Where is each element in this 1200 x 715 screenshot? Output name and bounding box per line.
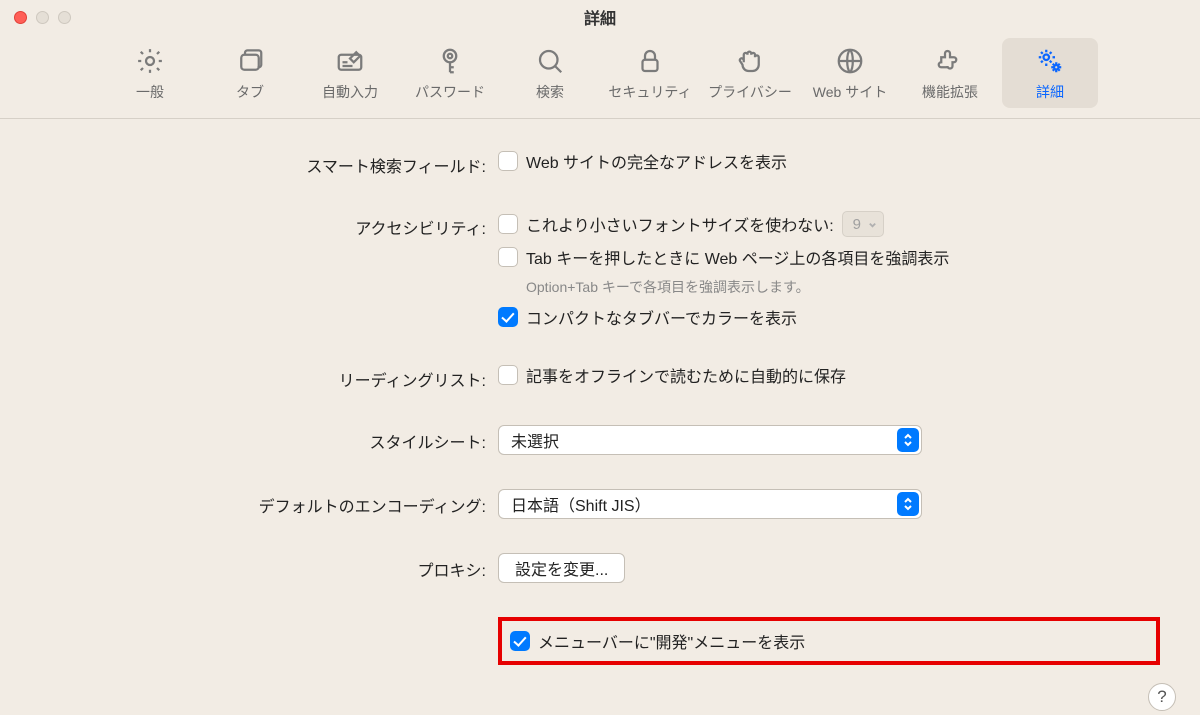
tab-passwords[interactable]: パスワード	[402, 38, 498, 108]
toolbar-label: セキュリティ	[608, 82, 691, 102]
advanced-settings-content: スマート検索フィールド: Web サイトの完全なアドレスを表示 アクセシビリティ…	[0, 119, 1200, 715]
reading-list-label: リーディングリスト:	[40, 363, 498, 391]
tab-search[interactable]: 検索	[502, 38, 598, 108]
encoding-row: デフォルトのエンコーディング: 日本語（Shift JIS）	[40, 489, 1160, 519]
window-title: 詳細	[584, 5, 616, 29]
compact-tab-color-label: コンパクトなタブバーでカラーを表示	[526, 305, 797, 329]
accessibility-row: アクセシビリティ: これより小さいフォントサイズを使わない: 9 Tab キーを…	[40, 211, 1160, 329]
close-button[interactable]	[14, 11, 27, 24]
toolbar-label: 一般	[136, 82, 164, 102]
toolbar-label: タブ	[236, 82, 264, 102]
smart-search-row: スマート検索フィールド: Web サイトの完全なアドレスを表示	[40, 149, 1160, 177]
toolbar-label: プライバシー	[708, 82, 792, 102]
gear-icon	[126, 42, 174, 80]
minimize-button[interactable]	[36, 11, 49, 24]
compact-tab-color-checkbox[interactable]	[498, 307, 518, 327]
show-full-address-label: Web サイトの完全なアドレスを表示	[526, 149, 787, 173]
min-font-label: これより小さいフォントサイズを使わない:	[526, 212, 834, 236]
toolbar-label: Web サイト	[813, 82, 887, 102]
smart-search-label: スマート検索フィールド:	[40, 149, 498, 177]
toolbar-label: パスワード	[415, 82, 485, 102]
tab-websites[interactable]: Web サイト	[802, 38, 898, 108]
select-arrow-icon	[897, 492, 919, 516]
proxy-row: プロキシ: 設定を変更...	[40, 553, 1160, 583]
min-font-size-value: 9	[853, 216, 861, 233]
develop-row: メニューバーに"開発"メニューを表示	[40, 617, 1160, 665]
titlebar: 詳細	[0, 0, 1200, 34]
reading-list-offline-checkbox[interactable]	[498, 365, 518, 385]
tabs-icon	[226, 42, 274, 80]
stylesheet-value: 未選択	[511, 428, 559, 452]
proxy-settings-button[interactable]: 設定を変更...	[498, 553, 625, 583]
tab-security[interactable]: セキュリティ	[602, 38, 698, 108]
traffic-lights	[14, 11, 71, 24]
tab-tabs[interactable]: タブ	[202, 38, 298, 108]
key-icon	[426, 42, 474, 80]
select-arrow-icon	[897, 428, 919, 452]
chevron-down-icon	[867, 219, 877, 229]
toolbar-label: 機能拡張	[922, 82, 978, 102]
show-full-address-checkbox[interactable]	[498, 151, 518, 171]
hand-icon	[726, 42, 774, 80]
proxy-label: プロキシ:	[40, 553, 498, 581]
lock-icon	[626, 42, 674, 80]
tab-privacy[interactable]: プライバシー	[702, 38, 798, 108]
show-develop-menu-checkbox[interactable]	[510, 631, 530, 651]
preferences-toolbar: 一般 タブ 自動入力 パスワード 検索 セキュリティ プライバシー	[0, 34, 1200, 119]
stylesheet-row: スタイルシート: 未選択	[40, 425, 1160, 455]
help-button[interactable]: ?	[1148, 683, 1176, 711]
proxy-button-label: 設定を変更...	[515, 556, 608, 580]
toolbar-label: 検索	[536, 82, 564, 102]
maximize-button[interactable]	[58, 11, 71, 24]
reading-list-row: リーディングリスト: 記事をオフラインで読むために自動的に保存	[40, 363, 1160, 391]
reading-list-offline-label: 記事をオフラインで読むために自動的に保存	[526, 363, 846, 387]
tab-highlight-hint: Option+Tab キーで各項目を強調表示します。	[526, 277, 1160, 297]
accessibility-label: アクセシビリティ:	[40, 211, 498, 239]
globe-icon	[826, 42, 874, 80]
help-label: ?	[1157, 687, 1166, 707]
toolbar-label: 詳細	[1036, 82, 1064, 102]
develop-highlight-box: メニューバーに"開発"メニューを表示	[498, 617, 1160, 665]
stylesheet-label: スタイルシート:	[40, 425, 498, 453]
show-develop-menu-label: メニューバーに"開発"メニューを表示	[538, 629, 805, 653]
search-icon	[526, 42, 574, 80]
stylesheet-select[interactable]: 未選択	[498, 425, 922, 455]
min-font-checkbox[interactable]	[498, 214, 518, 234]
encoding-label: デフォルトのエンコーディング:	[40, 489, 498, 517]
tab-general[interactable]: 一般	[102, 38, 198, 108]
gears-icon	[1026, 42, 1074, 80]
puzzle-icon	[926, 42, 974, 80]
encoding-value: 日本語（Shift JIS）	[511, 492, 651, 516]
tab-autofill[interactable]: 自動入力	[302, 38, 398, 108]
tab-highlight-label: Tab キーを押したときに Web ページ上の各項目を強調表示	[526, 245, 949, 269]
encoding-select[interactable]: 日本語（Shift JIS）	[498, 489, 922, 519]
autofill-icon	[326, 42, 374, 80]
tab-extensions[interactable]: 機能拡張	[902, 38, 998, 108]
tab-highlight-checkbox[interactable]	[498, 247, 518, 267]
min-font-size-select: 9	[842, 211, 884, 237]
toolbar-label: 自動入力	[322, 82, 378, 102]
tab-advanced[interactable]: 詳細	[1002, 38, 1098, 108]
